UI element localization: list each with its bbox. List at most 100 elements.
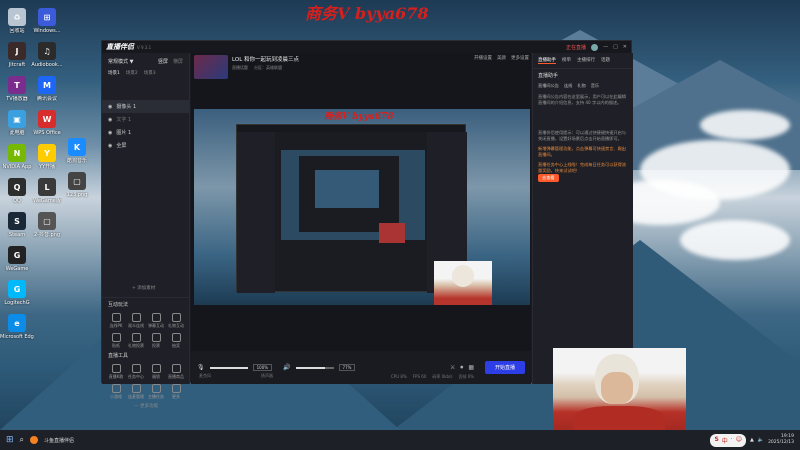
status-bitrate: 码率 0kb/s (432, 374, 453, 379)
tool-item[interactable]: 贴纸 (106, 331, 126, 349)
record-icon[interactable]: ⏺ (460, 364, 463, 372)
person-face (601, 372, 633, 404)
tool-icon (111, 384, 121, 393)
tab-rank[interactable]: 榜单 (562, 57, 571, 64)
stream-category[interactable]: 分区：英雄联盟 (254, 65, 282, 71)
tool-item[interactable]: 抽奖 (166, 331, 186, 349)
stream-cover[interactable] (194, 55, 228, 79)
start-live-button[interactable]: 开始直播 (484, 361, 525, 374)
system-tray: S 中 · ☺ ▲ 🔈 19:19 2025/12/13 (710, 433, 794, 447)
mode-select[interactable]: 常规模式 ▼ (108, 58, 133, 65)
app-icon: ▢ (38, 212, 56, 230)
scene-tab-3[interactable]: 场景3 (144, 70, 156, 76)
tool-item[interactable]: 主播任务 (146, 382, 166, 400)
desktop-icon-label: NVIDIA App (2, 164, 32, 170)
tab-portrait[interactable]: 竖屏 (158, 58, 168, 65)
tool-item[interactable]: 观众连线 (126, 311, 146, 329)
tab-anchor-rank[interactable]: 主播排行 (577, 57, 595, 64)
clock-date: 2025/12/13 (768, 440, 794, 445)
tab-assistant[interactable]: 直播助手 (538, 57, 556, 64)
tool-item[interactable]: 礼物投票 (126, 331, 146, 349)
volume-icon[interactable]: 🔈 (758, 437, 764, 443)
eye-icon[interactable]: ◉ (108, 143, 112, 149)
eye-icon[interactable]: ◉ (108, 130, 112, 136)
scene-item[interactable]: ◉ 全屏 (102, 139, 189, 152)
ime-punct[interactable]: · (731, 436, 733, 445)
more-settings-button[interactable]: 更多设置 (511, 55, 529, 85)
speaker-icon[interactable]: 🔊 (283, 364, 290, 371)
pk-icon[interactable]: ⚔ (450, 364, 455, 371)
app-icon: ♻ (8, 8, 26, 26)
desktop-icon-label: Audiobook... (31, 62, 63, 68)
close-button[interactable]: ✕ (623, 44, 627, 50)
scene-item[interactable]: ◉ 文字 1 (102, 113, 189, 126)
scene-tab-1[interactable]: 场景1 (108, 70, 120, 76)
beauty-button[interactable]: 美颜 (497, 55, 506, 85)
avatar[interactable] (591, 43, 599, 51)
desktop-icon[interactable]: e Microsoft Edge (0, 312, 34, 352)
tool-item[interactable]: 投票 (146, 331, 166, 349)
add-material-button[interactable]: + 添加素材 (132, 285, 155, 291)
scene-item[interactable]: ◉ 摄像头 1 (102, 100, 189, 113)
windows-start-icon[interactable]: ⊞ (6, 435, 14, 445)
app-icon: ▣ (8, 110, 26, 128)
card-gift[interactable]: 礼物 (577, 83, 585, 89)
tool-item[interactable]: 连麦管理 (126, 382, 146, 400)
eye-icon[interactable]: ◉ (108, 104, 112, 110)
desktop-icon-label: 此电脑 (9, 130, 25, 136)
go-view-button[interactable]: 去查看 (538, 174, 559, 182)
desktop-icon[interactable]: ▢ 2-抖音.png (30, 210, 64, 250)
microphone-icon[interactable]: 🎙 (197, 364, 205, 371)
more-features-button[interactable]: — 更多功能 (102, 403, 190, 409)
network-icon[interactable]: ▲ (750, 437, 754, 443)
layout-icon[interactable]: ▦ (468, 364, 474, 371)
card-notice[interactable]: 直播间公告 (538, 83, 559, 89)
status-drop: 丢帧 0% (458, 374, 475, 379)
tool-icon (111, 333, 121, 342)
tool-item[interactable]: 弹幕互动 (146, 311, 166, 329)
stream-settings-button[interactable]: 开播设置 (474, 55, 492, 85)
tool-item[interactable]: 连线PK (106, 311, 126, 329)
eye-icon[interactable]: ◉ (108, 117, 112, 123)
ime-mode[interactable]: 中 (722, 436, 728, 445)
taskbar-app-icon[interactable] (30, 436, 39, 444)
tool-item[interactable]: 直播商品 (166, 362, 186, 380)
mic-volume-value: 100% (252, 364, 273, 371)
speaker-volume-slider[interactable] (295, 366, 334, 369)
tool-item[interactable]: 直播K歌 (106, 362, 126, 380)
ime-toolbar[interactable]: S 中 · ☺ (710, 433, 746, 447)
tool-item[interactable]: 任务中心 (126, 362, 146, 380)
tool-icon (151, 384, 161, 393)
minimize-button[interactable]: — (603, 44, 608, 50)
stream-title[interactable]: LOL 和你一起玩到凌晨三点 (232, 55, 299, 63)
tool-item[interactable]: 小游戏 (106, 382, 126, 400)
app-icon: M (38, 76, 56, 94)
taskbar-app-label[interactable]: 斗鱼直播伴侣 (44, 437, 74, 444)
stream-topic[interactable]: 直播话题 (232, 65, 248, 71)
app-icon: ▢ (68, 172, 86, 190)
maximize-button[interactable]: □ (613, 44, 618, 50)
tool-item[interactable]: 福袋 (146, 362, 166, 380)
center-panel: LOL 和你一起玩到凌晨三点 直播话题 分区：英雄联盟 开播设置 美颜 更多设置… (191, 53, 531, 384)
speaker-volume-value: 77% (338, 364, 356, 371)
stream-preview[interactable]: 商务V byya678 (194, 109, 530, 305)
tool-icon (171, 364, 181, 373)
desktop-icon-label: WeGame版 (33, 198, 61, 204)
desktop-icon[interactable]: ▢ 123.png (60, 170, 94, 210)
tab-landscape[interactable]: 横屏 (173, 58, 183, 65)
desktop-icon-label: 2-抖音.png (33, 232, 61, 238)
desktop-icon-label: 酷狗音乐 (66, 158, 87, 164)
clock[interactable]: 19:19 2025/12/13 (768, 434, 794, 446)
tool-item[interactable]: 更多 (166, 382, 186, 400)
tool-label: 礼物互动 (168, 323, 184, 328)
scene-tab-2[interactable]: 场景2 (126, 70, 138, 76)
ime-emoji-icon[interactable]: ☺ (736, 436, 742, 445)
card-link[interactable]: 连线 (564, 83, 572, 89)
card-music[interactable]: 音乐 (591, 83, 599, 89)
scene-item[interactable]: ◉ 图片 1 (102, 126, 189, 139)
ime-logo-icon[interactable]: S (714, 436, 718, 445)
tab-topic[interactable]: 话题 (601, 57, 610, 64)
tool-item[interactable]: 礼物互动 (166, 311, 186, 329)
search-icon[interactable]: ⌕ (20, 435, 24, 445)
mic-volume-slider[interactable] (209, 366, 248, 369)
